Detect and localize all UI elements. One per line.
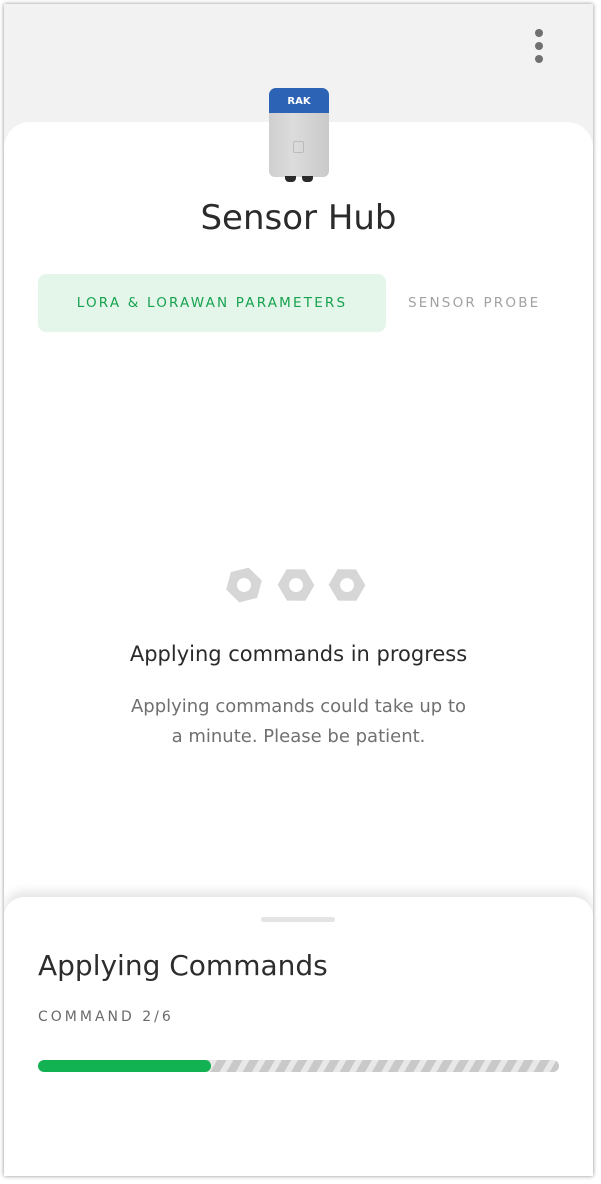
bottom-sheet: Applying Commands COMMAND 2/6	[4, 897, 593, 1176]
sheet-title: Applying Commands	[38, 949, 328, 982]
tab-lora-parameters[interactable]: LORA & LORAWAN PARAMETERS	[38, 274, 386, 332]
description-line-2: a minute. Please be patient.	[171, 726, 426, 747]
description-line-1: Applying commands could take up to	[130, 696, 467, 717]
progress-title: Applying commands in progress	[129, 642, 468, 666]
progress-bar	[38, 1060, 559, 1072]
progress-description: Applying commands could take up to a min…	[4, 692, 593, 752]
app-screen: RAK Sensor Hub LORA & LORAWAN PARAMETERS…	[4, 4, 593, 1176]
device-image: RAK	[269, 88, 329, 184]
tab-sensor-probe[interactable]: SENSOR PROBE	[408, 274, 578, 332]
sheet-drag-handle[interactable]	[261, 917, 335, 922]
progress-bar-fill	[38, 1060, 212, 1072]
loading-hexagons-icon	[226, 567, 366, 603]
device-logo: RAK	[269, 88, 329, 114]
command-counter: COMMAND 2/6	[38, 1009, 174, 1025]
page-title: Sensor Hub	[200, 198, 397, 238]
more-options-icon[interactable]	[522, 24, 556, 68]
